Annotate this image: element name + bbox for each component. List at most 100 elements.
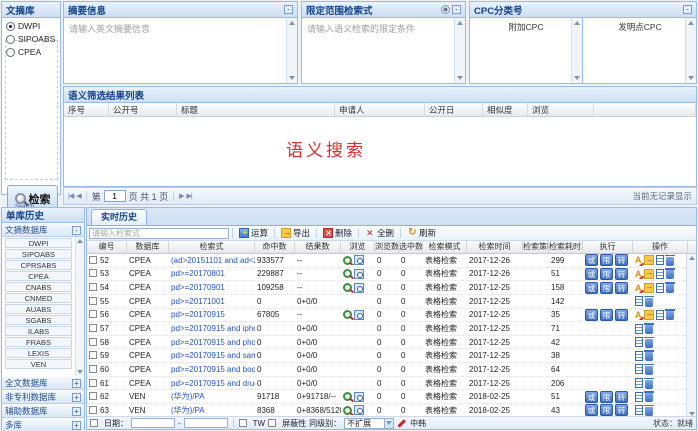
- trash-icon[interactable]: [645, 339, 653, 348]
- export-button[interactable]: 导出: [278, 227, 313, 239]
- invention-cpc-area[interactable]: 发明点CPC: [584, 18, 696, 83]
- analysis-icon[interactable]: A: [635, 283, 642, 293]
- scroll-down-icon[interactable]: [77, 370, 83, 374]
- exec-button-转[interactable]: 转: [615, 282, 628, 294]
- exec-button-限[interactable]: 限: [600, 282, 613, 294]
- analysis-icon[interactable]: A: [635, 310, 642, 320]
- view-results-icon[interactable]: [343, 310, 352, 319]
- sidebar-db-item-frabs[interactable]: FRABS: [5, 337, 72, 347]
- date-from-input[interactable]: [131, 418, 175, 428]
- radio-option-cpea[interactable]: CPEA: [6, 47, 60, 57]
- preview-icon[interactable]: [354, 269, 364, 279]
- trash-icon[interactable]: [666, 257, 674, 266]
- scroll-up-icon[interactable]: [77, 239, 83, 243]
- exec-button-限[interactable]: 限: [600, 391, 613, 403]
- scrollbar[interactable]: [685, 18, 696, 83]
- export-record-icon[interactable]: [644, 283, 654, 293]
- scrollbar[interactable]: [286, 18, 297, 83]
- exec-button-或[interactable]: 或: [585, 268, 598, 280]
- view-results-icon[interactable]: [343, 406, 352, 415]
- exec-button-或[interactable]: 或: [585, 254, 598, 266]
- query-link[interactable]: (华为)/PA: [169, 405, 255, 416]
- exec-button-限[interactable]: 限: [600, 254, 613, 266]
- exec-button-转[interactable]: 转: [615, 391, 628, 403]
- query-link[interactable]: pd>=20170801: [169, 269, 255, 278]
- exec-button-或[interactable]: 或: [585, 309, 598, 321]
- tab-realtime-history[interactable]: 实时历史: [91, 209, 147, 225]
- row-checkbox[interactable]: [89, 392, 97, 400]
- semantic-column-header[interactable]: 序号: [64, 103, 109, 116]
- exec-button-或[interactable]: 或: [585, 404, 598, 416]
- trash-icon[interactable]: [645, 298, 653, 307]
- exec-button-转[interactable]: 转: [615, 268, 628, 280]
- additional-cpc-area[interactable]: 附加CPC: [470, 18, 583, 83]
- history-column-header[interactable]: 浏览数: [375, 241, 399, 253]
- document-icon[interactable]: [635, 337, 643, 347]
- scroll-up-icon[interactable]: [457, 21, 463, 25]
- exec-button-限[interactable]: 限: [600, 268, 613, 280]
- query-link[interactable]: pd>=20170915 and drug: [169, 379, 255, 388]
- radio-icon[interactable]: [6, 22, 15, 31]
- document-icon[interactable]: [635, 296, 643, 306]
- semantic-column-header[interactable]: 相似度: [483, 103, 528, 116]
- scroll-up-icon[interactable]: [688, 21, 694, 25]
- prev-page-icon[interactable]: ◀: [76, 192, 80, 200]
- history-column-header[interactable]: 浏览: [341, 241, 375, 253]
- gear-icon[interactable]: [441, 5, 450, 14]
- scrollbar[interactable]: [686, 254, 696, 418]
- analysis-icon[interactable]: A: [635, 269, 642, 279]
- radio-option-sipoabs[interactable]: SIPOABS: [6, 34, 60, 44]
- trash-icon[interactable]: [645, 393, 653, 402]
- scroll-up-icon[interactable]: [689, 256, 695, 260]
- sidebar-db-item-cpea[interactable]: CPEA: [5, 271, 72, 281]
- query-input[interactable]: [89, 228, 229, 239]
- document-icon[interactable]: [656, 283, 664, 293]
- query-link[interactable]: pd>=20170915: [169, 310, 255, 319]
- semantic-column-header[interactable]: 标题: [177, 103, 335, 116]
- row-checkbox[interactable]: [89, 324, 97, 332]
- exec-button-转[interactable]: 转: [615, 309, 628, 321]
- refresh-button[interactable]: 刷新: [404, 227, 439, 239]
- family-expand-select[interactable]: 不扩展: [344, 418, 394, 429]
- scroll-down-icon[interactable]: [688, 76, 694, 80]
- history-column-header[interactable]: 数据库: [127, 241, 169, 253]
- analysis-icon[interactable]: A: [635, 255, 642, 265]
- row-checkbox[interactable]: [89, 310, 97, 318]
- history-column-header[interactable]: 选中数: [399, 241, 423, 253]
- scrollbar[interactable]: [571, 18, 582, 83]
- tw-checkbox[interactable]: [239, 419, 247, 427]
- sidebar-db-item-ven[interactable]: VEN: [5, 359, 72, 369]
- sidebar-db-item-auabs[interactable]: AUABS: [5, 304, 72, 314]
- expand-icon[interactable]: +: [72, 421, 81, 430]
- query-link[interactable]: pd>=20171001: [169, 297, 255, 306]
- exec-button-或[interactable]: 或: [585, 282, 598, 294]
- document-icon[interactable]: [656, 310, 664, 320]
- view-results-icon[interactable]: [343, 283, 352, 292]
- sidebar-db-item-cnmed[interactable]: CNMED: [5, 293, 72, 303]
- query-link[interactable]: pd>=20170901: [169, 283, 255, 292]
- query-link[interactable]: pd>=20170915 and book: [169, 365, 255, 374]
- view-results-icon[interactable]: [343, 269, 352, 278]
- sidebar-section[interactable]: 非专利数据库+: [2, 390, 84, 404]
- pencil-icon[interactable]: [397, 418, 407, 428]
- history-column-header[interactable]: 编号: [87, 241, 127, 253]
- sidebar-db-item-lexis[interactable]: LEXIS: [5, 348, 72, 358]
- row-checkbox[interactable]: [89, 283, 97, 291]
- export-record-icon[interactable]: [644, 310, 654, 320]
- expand-icon[interactable]: +: [72, 407, 81, 416]
- sidebar-db-item-cprsabs[interactable]: CPRSABS: [5, 260, 72, 270]
- row-checkbox[interactable]: [89, 365, 97, 373]
- row-checkbox[interactable]: [89, 338, 97, 346]
- trash-icon[interactable]: [666, 284, 674, 293]
- delete-all-button[interactable]: 全删: [362, 227, 397, 239]
- export-record-icon[interactable]: [644, 269, 654, 279]
- scroll-down-icon[interactable]: [457, 76, 463, 80]
- document-icon[interactable]: [656, 269, 664, 279]
- expand-icon[interactable]: +: [72, 393, 81, 402]
- semantic-column-header[interactable]: 公开号: [109, 103, 177, 116]
- collapse-icon[interactable]: -: [284, 5, 293, 14]
- expand-icon[interactable]: +: [72, 379, 81, 388]
- row-checkbox[interactable]: [89, 256, 97, 264]
- query-link[interactable]: pd>=20170915 and iphone: [169, 324, 255, 333]
- trash-icon[interactable]: [645, 325, 653, 334]
